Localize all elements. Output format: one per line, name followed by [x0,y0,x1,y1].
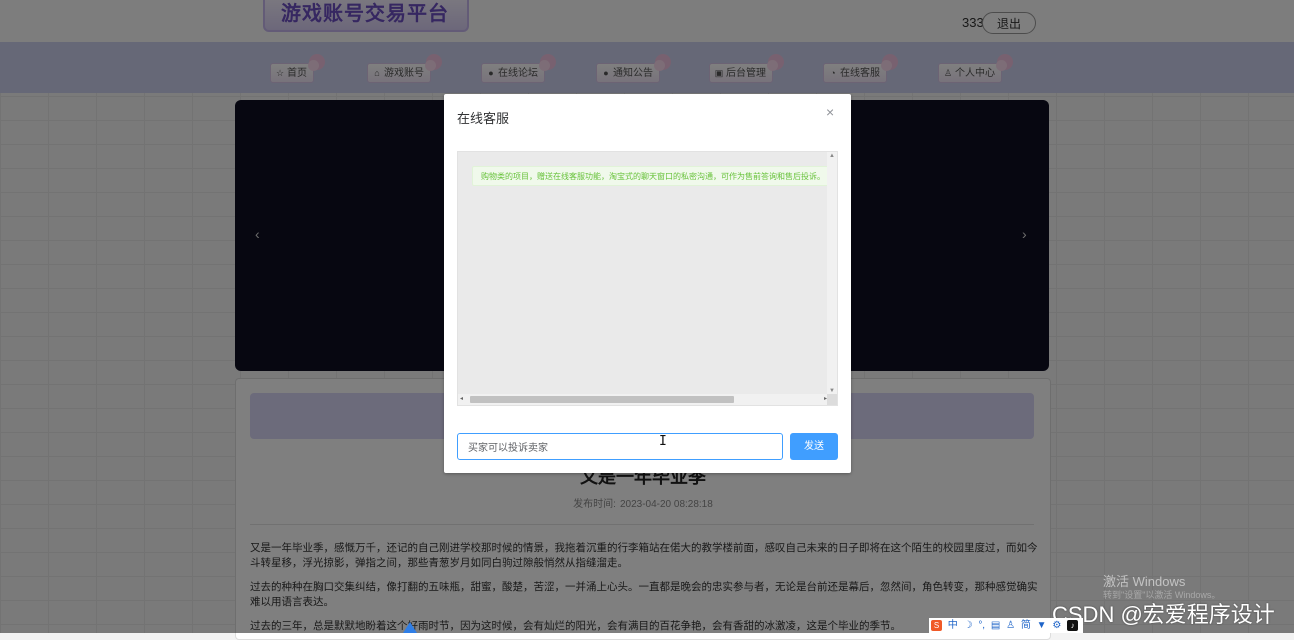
chat-message-area[interactable]: 购物类的项目，赠送在线客服功能，淘宝式的聊天窗口的私密沟通，可作为售前答询和售后… [457,151,838,406]
moon-icon[interactable]: ☽ [964,620,973,631]
gear-icon[interactable]: ⚙ [1052,620,1061,631]
ime-simplified[interactable]: 简 [1021,620,1031,631]
taskbar-arrow-icon [403,622,417,633]
chat-message-input[interactable] [457,433,783,460]
shirt-icon[interactable]: ▼ [1037,620,1047,631]
text-cursor-icon: I [659,434,667,449]
horizontal-scroll-thumb[interactable] [470,396,734,403]
vertical-scrollbar[interactable]: ▲ ▼ [827,152,837,395]
online-service-dialog: 在线客服 × 购物类的项目，赠送在线客服功能，淘宝式的聊天窗口的私密沟通，可作为… [444,94,851,473]
system-tray: S 中 ☽ °, ▤ ♙ 简 ▼ ⚙ ♪ [929,618,1083,633]
scroll-left-icon[interactable]: ◂ [460,394,463,405]
system-message: 购物类的项目，赠送在线客服功能，淘宝式的聊天窗口的私密沟通，可作为售前答询和售后… [472,166,834,186]
scroll-up-icon[interactable]: ▲ [827,153,837,159]
punctuation-icon[interactable]: °, [978,620,985,631]
ime-mode-chinese[interactable]: 中 [948,620,958,631]
tiktok-icon[interactable]: ♪ [1067,619,1079,631]
send-button[interactable]: 发送 [790,433,838,460]
scrollbar-corner [827,394,837,405]
dialog-title: 在线客服 [457,111,510,126]
ime-logo-icon[interactable]: S [931,619,942,631]
horizontal-scrollbar[interactable]: ◂ ▸ [458,394,829,405]
keyboard-icon[interactable]: ▤ [991,620,1000,631]
person-icon[interactable]: ♙ [1006,620,1015,631]
close-icon[interactable]: × [826,104,834,120]
csdn-watermark: CSDN @宏爱程序设计 [1052,602,1275,627]
